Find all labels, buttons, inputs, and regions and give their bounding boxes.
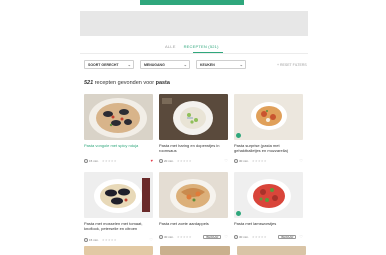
recipe-meta: 15 min. ★★★★★ ♡: [84, 237, 153, 242]
recipe-title[interactable]: Pasta vongole met spicy nduja: [84, 143, 153, 159]
results-query: pasta: [155, 80, 170, 86]
recipe-time: 15 min.: [89, 158, 99, 163]
rating-stars[interactable]: ★★★★★: [102, 238, 117, 242]
recipe-time: 30 min.: [164, 234, 174, 239]
rating-stars[interactable]: ★★★★★: [252, 235, 267, 239]
recipe-image[interactable]: [234, 94, 303, 140]
heart-icon[interactable]: ♡: [299, 158, 303, 163]
chevron-down-icon: ⌄: [183, 61, 187, 67]
chevron-down-icon: ⌄: [127, 61, 131, 67]
recipe-meta: 20 min. ★★★★★ ♡: [159, 158, 228, 163]
recipe-image[interactable]: [234, 172, 303, 218]
rating-stars[interactable]: ★★★★★: [102, 159, 117, 163]
recipe-time: 30 min.: [239, 158, 249, 163]
rating-stars[interactable]: ★★★★★: [177, 159, 192, 163]
recipe-image-partial[interactable]: [84, 246, 154, 255]
heart-icon[interactable]: ♡: [224, 234, 228, 239]
recipe-image-partial[interactable]: [160, 246, 230, 255]
recipe-time: 15 min.: [89, 237, 99, 242]
badge-icon: [236, 133, 241, 138]
recipe-meta: 30 min. ★★★★★ ♡: [234, 158, 303, 163]
clock-icon: [84, 237, 88, 242]
next-row-preview: [84, 246, 306, 255]
advertisement-banner: [80, 11, 308, 36]
recipe-card[interactable]: Pasta met zoete aardappels 30 min. ★★★★★…: [159, 172, 228, 239]
heart-icon[interactable]: ♡: [149, 237, 153, 242]
reset-filters-link[interactable]: + Reset filters: [277, 63, 307, 67]
results-text: recepten gevonden voor: [93, 80, 156, 86]
clock-icon: [159, 234, 163, 239]
recipe-image[interactable]: [159, 172, 228, 218]
rating-stars[interactable]: ★★★★★: [252, 159, 267, 163]
search-tabs: Alle Recepten (521): [165, 44, 219, 52]
recipe-card[interactable]: Pasta met haring en doperwtjes in roomsa…: [159, 94, 228, 163]
recipe-card[interactable]: Pasta surprise (pasta met gehaktballetje…: [234, 94, 303, 163]
recipe-title[interactable]: Pasta met haring en doperwtjes in roomsa…: [159, 143, 228, 159]
filter-bar: Soort gerecht ⌄ Menugang ⌄ Keuken ⌄: [84, 60, 246, 69]
recipe-time: 30 min.: [239, 234, 249, 239]
recipe-image[interactable]: [159, 94, 228, 140]
clock-icon: [234, 158, 238, 163]
heart-icon[interactable]: ♡: [299, 234, 303, 239]
chevron-down-icon: ⌄: [239, 61, 243, 67]
recipe-meta: 30 min. ★★★★★ Bewaar ♡: [159, 234, 228, 239]
save-recipe-button[interactable]: Bewaar: [203, 234, 222, 239]
kitchen-filter-label: Keuken: [200, 62, 215, 67]
recipe-card[interactable]: Pasta met lamsworstjes 30 min. ★★★★★ Bew…: [234, 172, 303, 239]
badge-icon: [236, 211, 241, 216]
clock-icon: [234, 234, 238, 239]
recipe-meta: 30 min. ★★★★★ Bewaar ♡: [234, 234, 303, 239]
top-navigation-bar: [0, 0, 386, 5]
rating-stars[interactable]: ★★★★★: [177, 235, 192, 239]
recipe-meta: 15 min. ★★★★★ ♥: [84, 158, 153, 163]
recipe-title[interactable]: Pasta surprise (pasta met gehaktballetje…: [234, 143, 303, 159]
recipe-image[interactable]: [84, 94, 153, 140]
kitchen-filter-select[interactable]: Keuken ⌄: [196, 60, 246, 69]
course-filter-label: Soort gerecht: [88, 62, 119, 67]
clock-icon: [159, 158, 163, 163]
clock-icon: [84, 158, 88, 163]
tab-all[interactable]: Alle: [165, 44, 176, 52]
recipe-time: 20 min.: [164, 158, 174, 163]
tabs-divider: [80, 53, 308, 54]
course-filter-select[interactable]: Soort gerecht ⌄: [84, 60, 134, 69]
recipe-card[interactable]: Pasta vongole met spicy nduja 15 min. ★★…: [84, 94, 153, 163]
recipe-card[interactable]: Pasta met mosselen met tomaat, knoflook,…: [84, 172, 153, 242]
recipe-title[interactable]: Pasta met mosselen met tomaat, knoflook,…: [84, 221, 153, 237]
results-summary: 521 recepten gevonden voor pasta: [84, 80, 170, 86]
menu-filter-label: Menugang: [144, 62, 165, 67]
save-recipe-button[interactable]: Bewaar: [278, 234, 297, 239]
recipe-image[interactable]: [84, 172, 153, 218]
recipe-image-partial[interactable]: [236, 246, 306, 255]
tab-recipes[interactable]: Recepten (521): [184, 44, 219, 52]
heart-icon[interactable]: ♥: [151, 158, 153, 163]
heart-icon[interactable]: ♡: [224, 158, 228, 163]
results-count: 521: [84, 80, 94, 86]
menu-filter-select[interactable]: Menugang ⌄: [140, 60, 190, 69]
top-accent-strip: [140, 0, 244, 5]
